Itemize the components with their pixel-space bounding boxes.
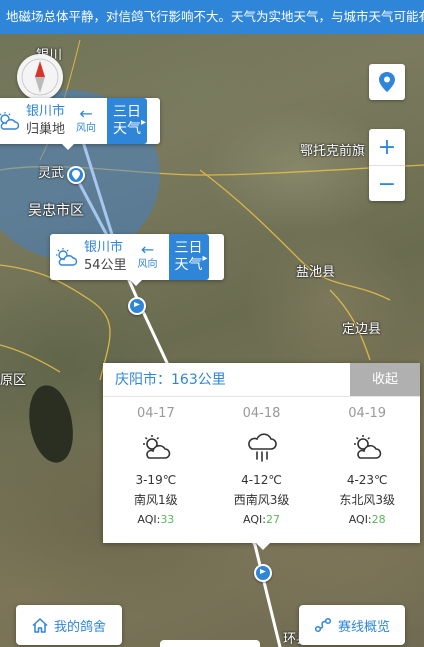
- chevron-right-icon: ▸: [140, 117, 147, 128]
- wind-label: 风向: [76, 123, 97, 134]
- location-pin-icon: [379, 72, 395, 92]
- forecast-panel: 庆阳市：163公里 收起 04-17 3-19℃ 南风1级 AQI:33 04-…: [103, 363, 420, 550]
- card-pointer: [62, 144, 74, 150]
- route-icon: [314, 617, 332, 633]
- partly-cloudy-icon: [50, 234, 82, 280]
- forecast-day: 04-18 4-12℃ 西南风3级 AQI:27: [209, 405, 315, 529]
- notice-banner: 地磁场总体平静，对信鸽飞行影响不大。天气为实地天气，与城市天气可能有: [0, 0, 424, 34]
- forecast-wind: 西南风3级: [233, 493, 290, 507]
- route-distance: 54公里: [84, 258, 127, 273]
- three-day-line2: 天气: [174, 257, 203, 273]
- partly-cloudy-icon: [140, 427, 172, 467]
- wind-label: 风向: [137, 259, 158, 270]
- partly-cloudy-icon: [0, 98, 24, 144]
- home-icon: [32, 617, 48, 633]
- forecast-wind: 南风1级: [134, 493, 178, 507]
- bottom-center-handle[interactable]: [160, 640, 260, 647]
- three-day-weather-button[interactable]: 三日 天气 ▸: [168, 234, 209, 280]
- forecast-title: 庆阳市：163公里: [115, 372, 226, 388]
- map-label-etuokeqianqi: 鄂托克前旗: [300, 144, 366, 159]
- chevron-right-icon: ▸: [202, 253, 208, 264]
- zoom-in-button[interactable]: +: [369, 129, 405, 165]
- panel-pointer: [256, 543, 270, 550]
- three-day-line1: 三日: [174, 240, 203, 256]
- arrow-left-icon: ←: [140, 240, 155, 259]
- minus-icon: −: [377, 171, 397, 197]
- origin-subtitle: 归巢地: [26, 122, 66, 137]
- three-day-weather-button[interactable]: 三日 天气 ▸: [107, 98, 148, 144]
- origin-location-pin[interactable]: [67, 166, 85, 184]
- forecast-aqi: AQI:27: [243, 513, 280, 526]
- forecast-temp: 4-12℃: [241, 473, 282, 487]
- collapse-button[interactable]: 收起: [350, 363, 420, 396]
- origin-info-card[interactable]: 银川市 归巢地 ← 风向 三日 天气 ▸: [0, 98, 160, 150]
- map-label-lingwu: 灵武: [38, 166, 65, 181]
- map-label-left-edge: 原区: [0, 373, 27, 388]
- forecast-wind: 东北风3级: [339, 493, 395, 507]
- forecast-day: 04-19 4-23℃ 东北风3级 AQI:28: [314, 405, 420, 529]
- map-label-dingbian: 定边县: [342, 322, 382, 337]
- map-label-yanchi: 盐池县: [296, 265, 336, 280]
- map-label-district: 吴忠市区: [28, 203, 84, 219]
- forecast-aqi: AQI:33: [137, 513, 175, 526]
- forecast-date: 04-18: [242, 406, 281, 421]
- origin-city: 银川市: [26, 104, 66, 119]
- rain-icon: [246, 427, 278, 467]
- forecast-temp: 3-19℃: [135, 473, 177, 487]
- forecast-aqi: AQI:28: [348, 513, 386, 526]
- partly-cloudy-icon: [351, 427, 383, 467]
- wind-direction: ← 风向: [65, 98, 107, 144]
- my-loft-button[interactable]: 我的鸽舍: [16, 605, 122, 645]
- locate-button[interactable]: [369, 64, 405, 100]
- arrow-left-icon: ←: [79, 104, 93, 123]
- three-day-line2: 天气: [113, 121, 142, 137]
- route-overview-label: 赛线概览: [337, 619, 390, 635]
- zoom-control: + −: [369, 129, 405, 201]
- compass-icon[interactable]: [17, 54, 63, 100]
- route-point-marker[interactable]: [254, 564, 272, 582]
- route-overview-button[interactable]: 赛线概览: [299, 605, 405, 645]
- route-point-marker[interactable]: [128, 297, 146, 315]
- route-city: 银川市: [84, 240, 124, 255]
- plus-icon: +: [377, 134, 397, 160]
- my-loft-label: 我的鸽舍: [53, 619, 106, 635]
- forecast-date: 04-17: [136, 406, 175, 421]
- forecast-day: 04-17 3-19℃ 南风1级 AQI:33: [103, 405, 209, 529]
- wind-direction: ← 风向: [127, 234, 169, 280]
- forecast-date: 04-19: [348, 406, 387, 421]
- three-day-line1: 三日: [113, 104, 142, 120]
- zoom-out-button[interactable]: −: [369, 166, 405, 202]
- forecast-temp: 4-23℃: [346, 473, 388, 487]
- route-info-card[interactable]: 银川市 54公里 ← 风向 三日 天气 ▸: [50, 234, 224, 286]
- card-pointer: [130, 280, 142, 286]
